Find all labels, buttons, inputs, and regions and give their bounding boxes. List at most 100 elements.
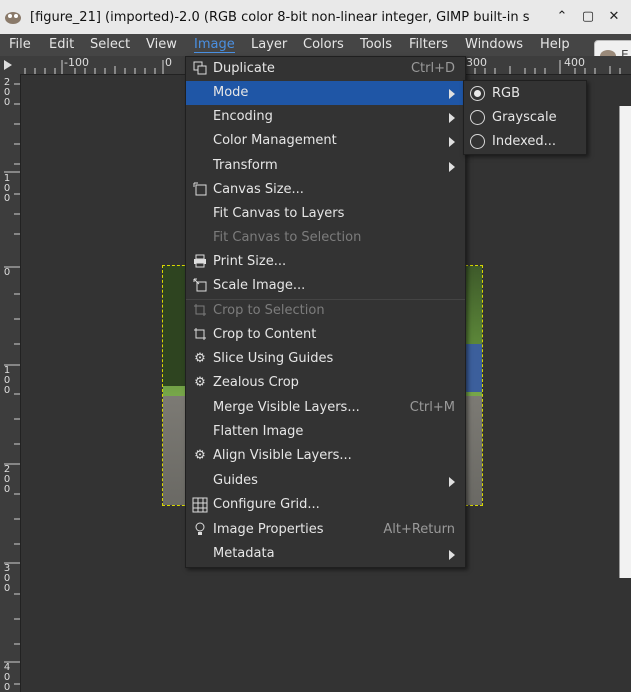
menu-item-fit-canvas-to-layers[interactable]: Fit Canvas to Layers: [186, 202, 465, 226]
info-icon: [192, 522, 208, 538]
menu-item-label: Image Properties: [213, 522, 324, 537]
menu-filters[interactable]: Filters: [409, 37, 448, 52]
menu-tools[interactable]: Tools: [360, 37, 392, 52]
crop-icon: [192, 327, 208, 343]
menu-item-accel: Alt+Return: [383, 522, 455, 537]
menu-item-label: Slice Using Guides: [213, 351, 334, 366]
ruler-label: 300: [466, 56, 487, 69]
menu-item-label: Duplicate: [213, 61, 275, 76]
menu-item-label: Canvas Size...: [213, 182, 304, 197]
ruler-label: 400: [3, 663, 13, 692]
submenu-arrow-icon: [449, 137, 455, 147]
menu-item-label: Indexed...: [492, 134, 557, 149]
ruler-label-text: 100: [3, 173, 11, 204]
submenu-arrow-icon: [449, 550, 455, 560]
menu-item-mode[interactable]: Mode: [186, 81, 465, 105]
menu-item-guides[interactable]: Guides: [186, 469, 465, 493]
menu-item-transform[interactable]: Transform: [186, 154, 465, 178]
menu-item-label: Mode: [213, 85, 249, 100]
menu-edit[interactable]: Edit: [49, 37, 74, 52]
menu-item-label: Fit Canvas to Layers: [213, 206, 345, 221]
menu-item-label: RGB: [492, 86, 521, 101]
menu-image[interactable]: Image: [194, 37, 235, 53]
menu-item-duplicate[interactable]: Duplicate Ctrl+D: [186, 57, 465, 81]
ruler-label-text: 200: [3, 77, 11, 108]
vertical-ruler[interactable]: 200 100 0 100 200 300 400: [0, 74, 21, 692]
ruler-label-text: 100: [3, 365, 11, 396]
ruler-label: 400: [564, 56, 585, 69]
menu-file[interactable]: File: [9, 37, 31, 52]
menu-item-label: Metadata: [213, 546, 275, 561]
ruler-label: 200: [3, 465, 13, 495]
menu-item-label: Crop to Selection: [213, 303, 325, 318]
close-button[interactable]: ✕: [605, 8, 623, 26]
grid-icon: [192, 497, 208, 513]
gimp-app-icon: [5, 12, 21, 24]
menu-view[interactable]: View: [146, 37, 177, 52]
image-menu: Duplicate Ctrl+D Mode Encoding Color Man…: [185, 56, 466, 568]
menu-windows[interactable]: Windows: [465, 37, 523, 52]
menu-item-merge-visible-layers[interactable]: Merge Visible Layers... Ctrl+M: [186, 396, 465, 420]
printer-icon: [192, 254, 208, 270]
ruler-label-text: 400: [3, 662, 11, 692]
ruler-label-text: 0: [3, 267, 11, 278]
menu-layer[interactable]: Layer: [251, 37, 287, 52]
menubar: File Edit Select View Image Layer Colors…: [0, 34, 631, 56]
ruler-label-text: 200: [3, 464, 11, 495]
minimize-button[interactable]: ⌃: [553, 8, 571, 26]
duplicate-icon: [192, 61, 208, 77]
menu-item-zealous-crop[interactable]: ⚙ Zealous Crop: [186, 371, 465, 395]
menu-item-image-properties[interactable]: Image Properties Alt+Return: [186, 518, 465, 542]
menu-item-label: Crop to Content: [213, 327, 317, 342]
ruler-label: -100: [64, 56, 89, 69]
radio-unchecked-icon: [470, 110, 485, 125]
play-arrow-icon: [4, 60, 12, 70]
window-title: [figure_21] (imported)-2.0 (RGB color 8-…: [30, 10, 530, 25]
radio-checked-icon: [470, 86, 485, 101]
mode-item-rgb[interactable]: RGB: [464, 82, 586, 106]
menu-colors[interactable]: Colors: [303, 37, 344, 52]
mode-item-indexed[interactable]: Indexed...: [464, 130, 586, 154]
gear-icon: ⚙: [194, 351, 206, 366]
menu-item-label: Transform: [213, 158, 278, 173]
menu-item-label: Merge Visible Layers...: [213, 400, 360, 415]
menu-item-metadata[interactable]: Metadata: [186, 542, 465, 566]
maximize-button[interactable]: ▢: [579, 8, 597, 26]
gear-icon: ⚙: [194, 375, 206, 390]
menu-item-color-management[interactable]: Color Management: [186, 129, 465, 153]
menu-item-label: Encoding: [213, 109, 273, 124]
submenu-arrow-icon: [449, 89, 455, 99]
ruler-label: 200: [3, 78, 13, 108]
crop-icon: [192, 303, 208, 319]
menu-item-configure-grid[interactable]: Configure Grid...: [186, 493, 465, 517]
menu-item-label: Zealous Crop: [213, 375, 299, 390]
menu-item-label: Guides: [213, 473, 258, 488]
menu-item-slice-using-guides[interactable]: ⚙ Slice Using Guides: [186, 347, 465, 371]
canvas-size-icon: [192, 182, 208, 198]
submenu-arrow-icon: [449, 477, 455, 487]
menu-item-label: Flatten Image: [213, 424, 304, 439]
gear-icon: ⚙: [194, 448, 206, 463]
menu-item-encoding[interactable]: Encoding: [186, 105, 465, 129]
mode-item-grayscale[interactable]: Grayscale: [464, 106, 586, 130]
menu-item-label: Color Management: [213, 133, 337, 148]
menu-item-label: Configure Grid...: [213, 497, 320, 512]
ruler-label: 0: [3, 268, 13, 278]
submenu-arrow-icon: [449, 113, 455, 123]
ruler-label: 100: [3, 366, 13, 396]
menu-item-accel: Ctrl+M: [409, 400, 455, 415]
menu-item-align-visible-layers[interactable]: ⚙ Align Visible Layers...: [186, 444, 465, 468]
ruler-label: 100: [3, 174, 13, 204]
menu-item-print-size[interactable]: Print Size...: [186, 250, 465, 274]
menu-item-flatten-image[interactable]: Flatten Image: [186, 420, 465, 444]
ruler-label: 300: [3, 564, 13, 594]
menu-help[interactable]: Help: [540, 37, 570, 52]
quick-mask-toggle[interactable]: [0, 56, 21, 75]
menu-item-scale-image[interactable]: Scale Image...: [186, 274, 465, 298]
menu-item-crop-to-selection: Crop to Selection: [186, 299, 465, 323]
menu-select[interactable]: Select: [90, 37, 130, 52]
menu-item-crop-to-content[interactable]: Crop to Content: [186, 323, 465, 347]
menu-item-label: Scale Image...: [213, 278, 306, 293]
menu-item-canvas-size[interactable]: Canvas Size...: [186, 178, 465, 202]
right-dock-panel[interactable]: [619, 106, 631, 578]
